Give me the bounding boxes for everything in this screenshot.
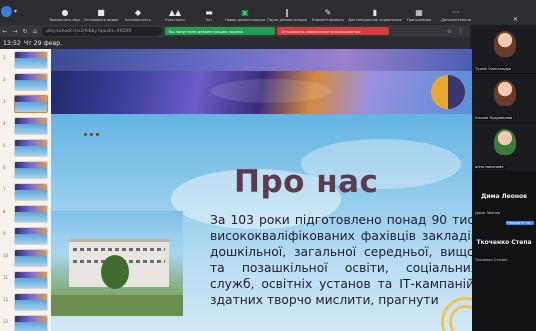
thumbnail-item[interactable]: 9 (0, 225, 51, 247)
slide-thumbnail[interactable] (14, 73, 48, 91)
participant-tile[interactable]: анна маничева (472, 123, 536, 171)
participant-tile[interactable]: Тухвін Олександра (472, 25, 536, 73)
thumbnail-item[interactable]: 10 (0, 247, 51, 269)
close-icon[interactable]: ✕ (513, 16, 518, 23)
slide-thumbnail[interactable] (14, 227, 48, 245)
mic-icon: ● (61, 8, 69, 17)
avatar (494, 31, 516, 57)
thumbnail-item[interactable]: 8 (0, 203, 51, 225)
reload-icon[interactable]: ↻ (20, 28, 30, 35)
slide-body-text: За 103 роки підготовлено понад 90 тис. в… (210, 213, 472, 307)
slide-thumbnail[interactable] (14, 183, 48, 201)
slide-title: Про нас (234, 164, 379, 200)
apps-icon: ▦ (415, 8, 423, 17)
slide-thumbnail[interactable] (14, 249, 48, 267)
clock-date: Чт 29 февр. (23, 39, 63, 47)
slide-top-strip (51, 49, 472, 71)
thumbnail-item[interactable]: 2 (0, 71, 51, 93)
slide-thumbnail[interactable] (14, 139, 48, 157)
thumbnail-item[interactable]: 1 (0, 49, 51, 71)
slide-thumbnail[interactable] (14, 161, 48, 179)
presentation-slide: Про нас За 103 роки підготовлено понад 9… (51, 49, 472, 331)
annotate-button[interactable]: ✎ Комментировать (308, 0, 348, 25)
speaking-badge: Говорить за... (506, 221, 535, 225)
slide-thumbnail[interactable] (14, 117, 48, 135)
participant-name-large: Дима Леонов (481, 193, 527, 200)
thumbnail-item[interactable]: 13 (0, 313, 51, 331)
avatar (494, 129, 516, 155)
slide-thumbnails-panel: 1 2 3 4 5 6 7 8 9 10 11 12 13 (0, 49, 51, 331)
browser-bar: ← → ↻ ⌂ play.kahoot.it/v2/lobby?quizId=4… (0, 25, 470, 37)
clock-time: 13:52 (3, 39, 21, 47)
apps-button[interactable]: ▦ Приложения (402, 0, 436, 25)
slide-thumbnail[interactable] (14, 51, 48, 69)
avatar (494, 80, 516, 106)
dots-decoration (84, 133, 99, 136)
thumbnail-item[interactable]: 12 (0, 291, 51, 313)
participants-button[interactable]: ▲▲ Участники (156, 0, 194, 25)
remote-control-button[interactable]: ▮ Дистанционное управление (348, 0, 402, 25)
slide-thumbnail[interactable] (14, 315, 48, 331)
home-icon[interactable]: ⌂ (30, 28, 40, 35)
shield-icon: ◆ (134, 8, 142, 17)
stop-video-button[interactable]: ■ Остановить видео (82, 0, 120, 25)
slide-thumbnail-selected[interactable] (14, 95, 48, 113)
pen-icon: ✎ (324, 8, 332, 17)
thumbnail-item[interactable]: 5 (0, 137, 51, 159)
slide-thumbnail[interactable] (14, 205, 48, 223)
zoom-toolbar: ▾ ● Выключить звук ■ Остановить видео ◆ … (0, 0, 536, 25)
address-bar[interactable]: play.kahoot.it/v2/lobby?quizId=4f42f0 (42, 26, 162, 36)
chat-button[interactable]: ▬ Чат (194, 0, 224, 25)
pause-icon: ‖ (285, 8, 289, 17)
participants-panel: Тухвін Олександра Ульяна Кудрявцева анна… (472, 25, 536, 331)
remote-control-icon: ▮ (372, 8, 378, 17)
security-button[interactable]: ◆ Безопасность (120, 0, 156, 25)
participant-tile[interactable]: Ульяна Кудрявцева (472, 74, 536, 122)
pause-share-button[interactable]: ‖ Пауза демонстрации (266, 0, 308, 25)
video-icon: ■ (97, 8, 105, 17)
building-photo (51, 211, 183, 316)
mute-button[interactable]: ● Выключить звук (48, 0, 82, 25)
participants-icon: ▲▲ (168, 8, 182, 17)
slide-thumbnail[interactable] (14, 271, 48, 289)
zoom-status[interactable]: ▾ (1, 3, 47, 20)
status-bar: 13:52 Чт 29 февр. (0, 37, 470, 49)
thumbnail-item[interactable]: 6 (0, 159, 51, 181)
participant-name-small: Дима Леонов (475, 211, 500, 215)
slide-banner (51, 71, 472, 114)
menu-icon[interactable]: ⋮ (458, 28, 464, 35)
more-icon: ··· (452, 8, 460, 17)
slide-thumbnail[interactable] (14, 293, 48, 311)
star-icon[interactable]: ☆ (447, 28, 452, 35)
share-screen-icon: ▣ (241, 8, 249, 17)
participant-name-large: Ткоченко Степа (476, 239, 532, 246)
thumbnail-item[interactable]: 7 (0, 181, 51, 203)
back-icon[interactable]: ← (0, 28, 10, 35)
chevron-down-icon[interactable]: ▾ (14, 8, 17, 15)
participant-name-small: Ткоченко Степан (475, 258, 508, 262)
chat-icon: ▬ (205, 8, 213, 17)
sharing-notice: Вы запустили демонстрацию экрана (165, 27, 275, 35)
thumbnail-item[interactable]: 11 (0, 269, 51, 291)
thumbnail-item[interactable]: 3 (0, 93, 51, 115)
logo-icon (431, 75, 465, 109)
new-share-button[interactable]: ▣ Новая демонстрация (224, 0, 266, 25)
screen: ▾ ● Выключить звук ■ Остановить видео ◆ … (0, 0, 536, 331)
thumbnail-item[interactable]: 4 (0, 115, 51, 137)
forward-icon[interactable]: → (10, 28, 20, 35)
zoom-logo-icon (1, 6, 12, 17)
more-button[interactable]: ··· Дополнительно (436, 0, 476, 25)
stop-sharing-button[interactable]: Остановить совместное использование (277, 27, 389, 35)
